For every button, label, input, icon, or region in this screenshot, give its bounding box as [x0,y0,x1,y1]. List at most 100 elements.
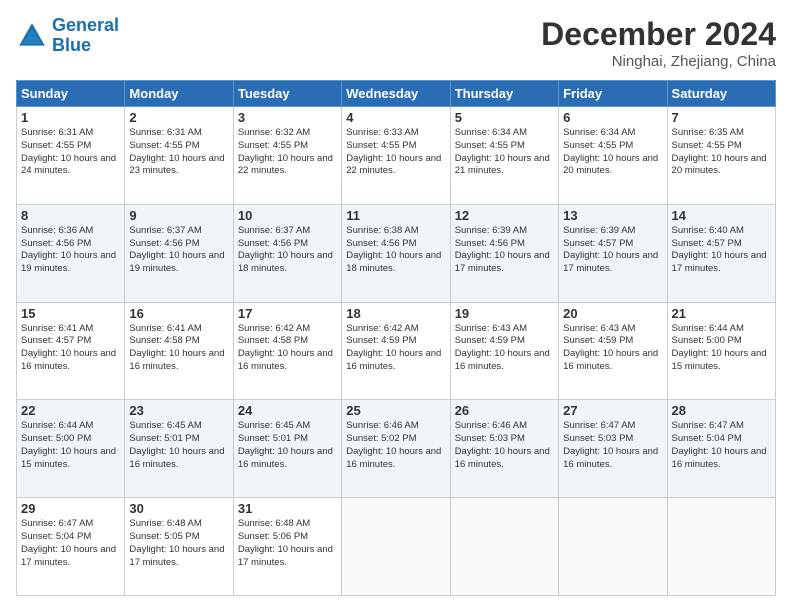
day-info: Sunrise: 6:31 AM Sunset: 4:55 PM Dayligh… [21,127,120,178]
calendar-cell [450,498,558,596]
calendar-cell: 18 Sunrise: 6:42 AM Sunset: 4:59 PM Dayli… [342,302,450,400]
calendar-cell: 9Sunrise: 6:37 AM Sunset: 4:56 PM Daylig… [125,204,233,302]
calendar-cell: 3Sunrise: 6:32 AM Sunset: 4:55 PM Daylig… [233,107,341,205]
day-number: 13 [563,208,662,223]
calendar-cell: 2 Sunrise: 6:31 AM Sunset: 4:55 PM Daylig… [125,107,233,205]
calendar-table: SundayMondayTuesdayWednesdayThursdayFrid… [16,80,776,596]
day-number: 18 [346,306,445,321]
day-header-monday: Monday [125,81,233,107]
day-number: 12 [455,208,554,223]
day-number: 22 [21,403,120,418]
day-info: Sunrise: 6:44 AM Sunset: 5:00 PM Dayligh… [21,420,120,471]
header: GeneralBlue December 2024 Ninghai, Zheji… [16,16,776,70]
day-number: 5 [455,110,554,125]
day-number: 21 [672,306,771,321]
calendar-cell: 26 Sunrise: 6:46 AM Sunset: 5:03 PM Dayli… [450,400,558,498]
calendar-cell [559,498,667,596]
calendar-cell: 6 Sunrise: 6:34 AM Sunset: 4:55 PM Daylig… [559,107,667,205]
day-info: Sunrise: 6:37 AM Sunset: 4:56 PM Dayligh… [129,225,228,276]
day-number: 2 [129,110,228,125]
day-header-sunday: Sunday [17,81,125,107]
day-info: Sunrise: 6:31 AM Sunset: 4:55 PM Dayligh… [129,127,228,178]
day-info: Sunrise: 6:40 AM Sunset: 4:57 PM Dayligh… [672,225,771,276]
day-info: Sunrise: 6:34 AM Sunset: 4:55 PM Dayligh… [563,127,662,178]
day-number: 26 [455,403,554,418]
calendar-cell: 31 Sunrise: 6:48 AM Sunset: 5:06 PM Dayli… [233,498,341,596]
day-info: Sunrise: 6:39 AM Sunset: 4:56 PM Dayligh… [455,225,554,276]
day-header-thursday: Thursday [450,81,558,107]
calendar-cell: 28Sunrise: 6:47 AM Sunset: 5:04 PM Dayli… [667,400,775,498]
day-number: 19 [455,306,554,321]
day-info: Sunrise: 6:43 AM Sunset: 4:59 PM Dayligh… [455,323,554,374]
day-header-saturday: Saturday [667,81,775,107]
day-info: Sunrise: 6:45 AM Sunset: 5:01 PM Dayligh… [238,420,337,471]
calendar-cell: 7Sunrise: 6:35 AM Sunset: 4:55 PM Daylig… [667,107,775,205]
calendar-cell: 12 Sunrise: 6:39 AM Sunset: 4:56 PM Dayli… [450,204,558,302]
day-info: Sunrise: 6:47 AM Sunset: 5:04 PM Dayligh… [21,518,120,569]
day-info: Sunrise: 6:43 AM Sunset: 4:59 PM Dayligh… [563,323,662,374]
day-number: 29 [21,501,120,516]
day-info: Sunrise: 6:48 AM Sunset: 5:05 PM Dayligh… [129,518,228,569]
logo-text: GeneralBlue [52,16,119,56]
day-info: Sunrise: 6:42 AM Sunset: 4:59 PM Dayligh… [346,323,445,374]
calendar-cell: 17 Sunrise: 6:42 AM Sunset: 4:58 PM Dayli… [233,302,341,400]
day-info: Sunrise: 6:47 AM Sunset: 5:04 PM Dayligh… [672,420,771,471]
day-number: 15 [21,306,120,321]
day-number: 6 [563,110,662,125]
day-info: Sunrise: 6:34 AM Sunset: 4:55 PM Dayligh… [455,127,554,178]
day-info: Sunrise: 6:39 AM Sunset: 4:57 PM Dayligh… [563,225,662,276]
calendar-cell: 1 Sunrise: 6:31 AM Sunset: 4:55 PM Daylig… [17,107,125,205]
page: GeneralBlue December 2024 Ninghai, Zheji… [0,0,792,612]
day-number: 24 [238,403,337,418]
day-number: 11 [346,208,445,223]
day-header-friday: Friday [559,81,667,107]
calendar-cell: 27 Sunrise: 6:47 AM Sunset: 5:03 PM Dayli… [559,400,667,498]
day-info: Sunrise: 6:44 AM Sunset: 5:00 PM Dayligh… [672,323,771,374]
day-number: 25 [346,403,445,418]
day-number: 14 [672,208,771,223]
day-info: Sunrise: 6:41 AM Sunset: 4:58 PM Dayligh… [129,323,228,374]
month-title: December 2024 [541,16,776,53]
calendar-cell: 13 Sunrise: 6:39 AM Sunset: 4:57 PM Dayli… [559,204,667,302]
day-number: 10 [238,208,337,223]
calendar-cell [667,498,775,596]
day-info: Sunrise: 6:47 AM Sunset: 5:03 PM Dayligh… [563,420,662,471]
day-header-wednesday: Wednesday [342,81,450,107]
calendar-cell: 11Sunrise: 6:38 AM Sunset: 4:56 PM Dayli… [342,204,450,302]
day-number: 31 [238,501,337,516]
calendar-cell: 22 Sunrise: 6:44 AM Sunset: 5:00 PM Dayli… [17,400,125,498]
day-number: 1 [21,110,120,125]
logo: GeneralBlue [16,16,119,56]
day-number: 3 [238,110,337,125]
calendar-cell: 24 Sunrise: 6:45 AM Sunset: 5:01 PM Dayli… [233,400,341,498]
day-number: 30 [129,501,228,516]
calendar-cell: 25 Sunrise: 6:46 AM Sunset: 5:02 PM Dayli… [342,400,450,498]
day-info: Sunrise: 6:41 AM Sunset: 4:57 PM Dayligh… [21,323,120,374]
calendar-cell: 21 Sunrise: 6:44 AM Sunset: 5:00 PM Dayli… [667,302,775,400]
day-number: 17 [238,306,337,321]
calendar-cell: 8 Sunrise: 6:36 AM Sunset: 4:56 PM Daylig… [17,204,125,302]
day-header-tuesday: Tuesday [233,81,341,107]
calendar-cell: 23Sunrise: 6:45 AM Sunset: 5:01 PM Dayli… [125,400,233,498]
day-info: Sunrise: 6:46 AM Sunset: 5:02 PM Dayligh… [346,420,445,471]
day-number: 8 [21,208,120,223]
day-info: Sunrise: 6:48 AM Sunset: 5:06 PM Dayligh… [238,518,337,569]
calendar-cell: 29 Sunrise: 6:47 AM Sunset: 5:04 PM Dayli… [17,498,125,596]
logo-icon [16,20,48,52]
calendar-cell: 19 Sunrise: 6:43 AM Sunset: 4:59 PM Dayli… [450,302,558,400]
day-number: 4 [346,110,445,125]
day-info: Sunrise: 6:46 AM Sunset: 5:03 PM Dayligh… [455,420,554,471]
calendar-cell: 5 Sunrise: 6:34 AM Sunset: 4:55 PM Daylig… [450,107,558,205]
day-info: Sunrise: 6:36 AM Sunset: 4:56 PM Dayligh… [21,225,120,276]
title-block: December 2024 Ninghai, Zhejiang, China [541,16,776,70]
calendar-cell: 14 Sunrise: 6:40 AM Sunset: 4:57 PM Dayli… [667,204,775,302]
day-info: Sunrise: 6:37 AM Sunset: 4:56 PM Dayligh… [238,225,337,276]
day-number: 27 [563,403,662,418]
day-info: Sunrise: 6:42 AM Sunset: 4:58 PM Dayligh… [238,323,337,374]
day-number: 7 [672,110,771,125]
day-number: 20 [563,306,662,321]
day-number: 16 [129,306,228,321]
calendar-cell: 16 Sunrise: 6:41 AM Sunset: 4:58 PM Dayli… [125,302,233,400]
calendar-cell: 30 Sunrise: 6:48 AM Sunset: 5:05 PM Dayli… [125,498,233,596]
calendar-cell [342,498,450,596]
